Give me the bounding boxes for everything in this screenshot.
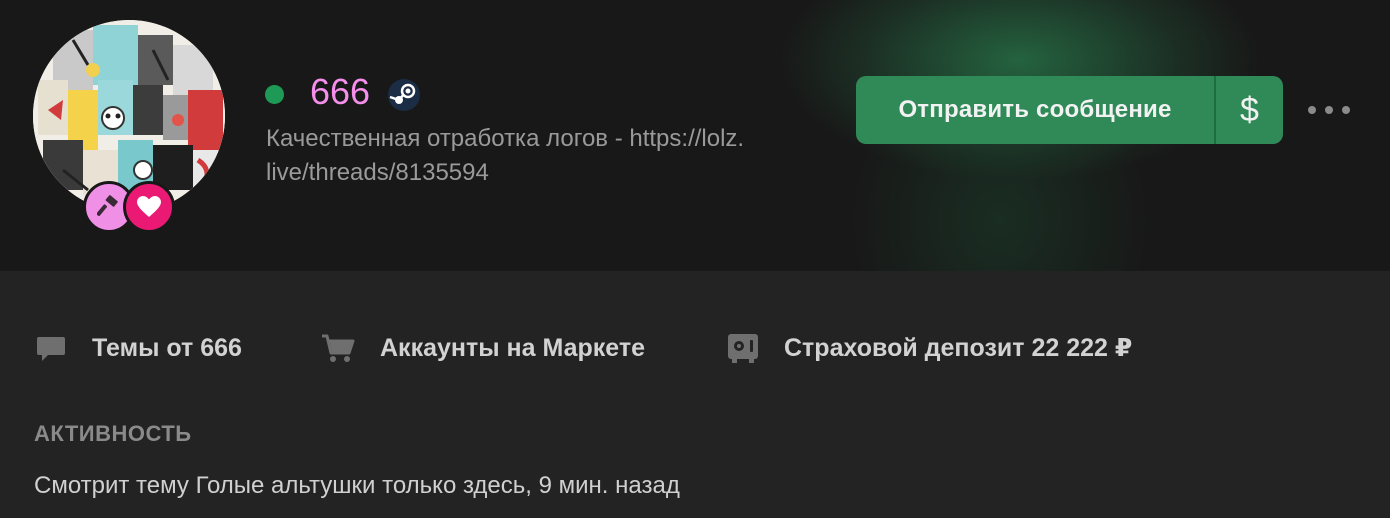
market-link[interactable]: Аккаунты на Маркете (320, 325, 645, 371)
market-link-label: Аккаунты на Маркете (380, 333, 646, 362)
deposit-link[interactable]: Страховой депозит 22 222 ₽ (726, 325, 1132, 371)
username[interactable]: 666 (310, 70, 370, 114)
heart-icon[interactable] (123, 181, 175, 233)
activity-text: Смотрит тему Голые альтушки только здесь… (34, 472, 680, 499)
topics-link[interactable]: Темы от 666 (34, 325, 242, 371)
steam-icon[interactable] (387, 78, 421, 112)
send-money-button[interactable]: $ (1216, 76, 1283, 144)
status-text: Качественная отработка логов - https://l… (266, 125, 745, 186)
activity-heading: АКТИВНОСТЬ (34, 421, 192, 446)
more-dots-icon[interactable] (1308, 100, 1350, 120)
profile-header: 666 Качественная отработка логов - https… (0, 0, 1390, 271)
topics-link-label: Темы от 666 (92, 333, 242, 362)
send-message-button[interactable]: Отправить сообщение (856, 76, 1214, 144)
avatar[interactable] (33, 20, 225, 212)
deposit-link-label: Страховой депозит 22 222 ₽ (784, 334, 1133, 362)
cart-icon (322, 334, 355, 362)
online-status-dot (265, 85, 284, 104)
safe-icon (728, 334, 758, 363)
chat-bubble-icon (37, 337, 65, 361)
